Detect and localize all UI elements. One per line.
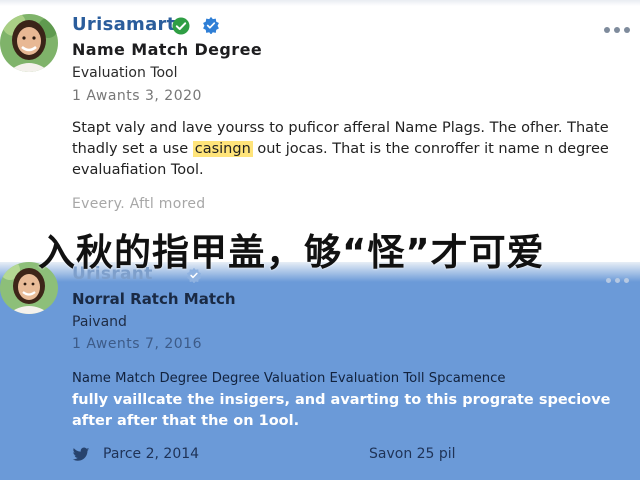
avatar[interactable]	[0, 14, 58, 72]
post-footer: Parce 2, 2014 Savon 25 pil	[72, 446, 632, 466]
check-circle-icon	[172, 17, 190, 35]
footer-meta: Savon 25 pil	[369, 446, 456, 462]
post-headline: Norral Ratch Match	[72, 290, 236, 308]
post-date[interactable]: 1 Awents 7, 2016	[72, 336, 202, 352]
author-username[interactable]: Urisamart	[72, 14, 176, 35]
post-subtitle: Evaluation Tool	[72, 65, 178, 81]
show-more-link[interactable]: Eveery. Aftl mored	[72, 196, 205, 212]
blue-gear-badge-icon	[203, 16, 219, 34]
post-headline: Name Match Degree	[72, 40, 263, 59]
more-dots-icon[interactable]	[604, 18, 636, 33]
post-body: Stapt valy and lave yourss to puficor af…	[72, 118, 632, 181]
post-date[interactable]: 1 Awants 3, 2020	[72, 88, 202, 104]
divider	[0, 0, 640, 6]
post-body-line: Name Match Degree Degree Valuation Evalu…	[72, 371, 506, 386]
highlighted-word: casingn	[192, 141, 253, 157]
screenshot-root: Urisamart Name Match Degree Evaluation T…	[0, 0, 640, 480]
footer-date: Parce 2, 2014	[103, 446, 200, 462]
more-dots-icon[interactable]	[606, 268, 638, 283]
post-subtitle: Paivand	[72, 314, 127, 330]
overlay-caption: 入秋的指甲盖，够“怪”才可爱	[38, 231, 545, 274]
twitter-bird-icon[interactable]	[72, 447, 90, 463]
post-body-line: fully vaillcate the insigers, and avarti…	[72, 392, 611, 429]
